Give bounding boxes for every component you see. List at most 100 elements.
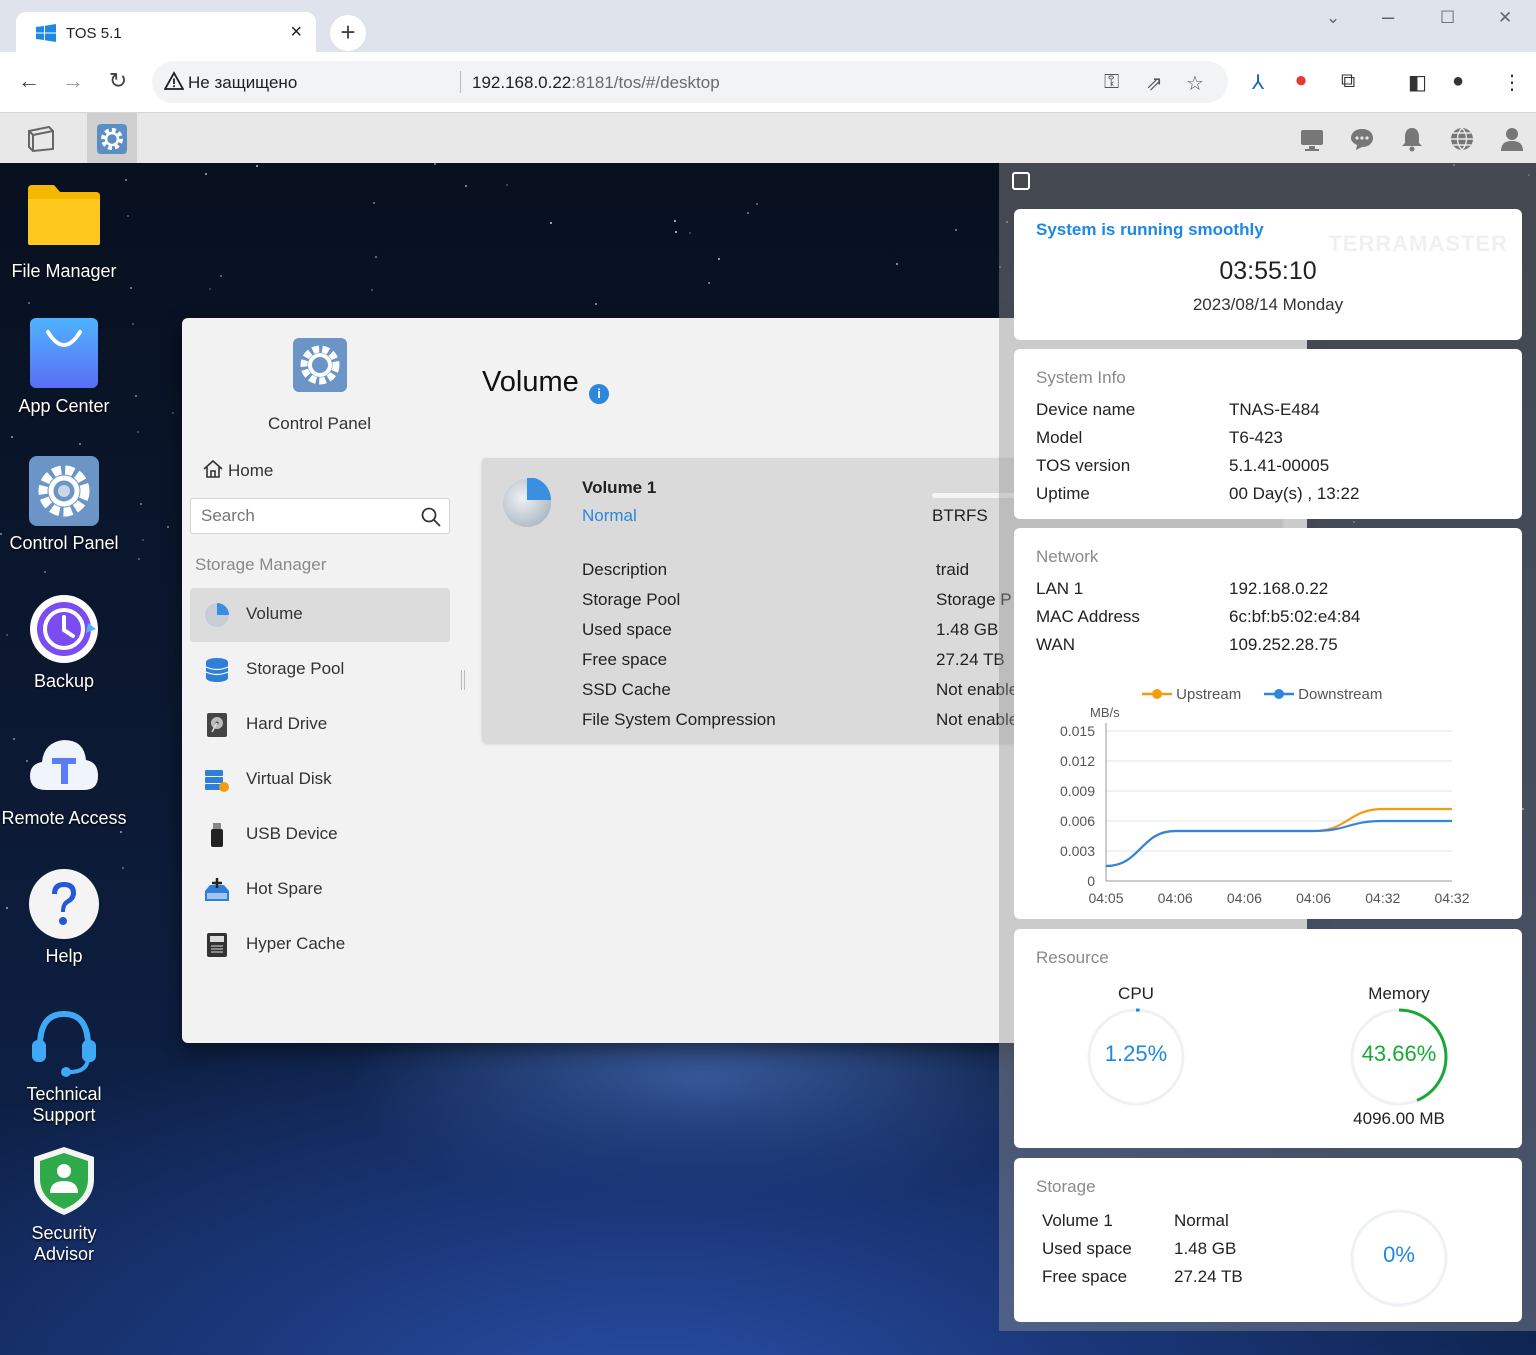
storage-pool-icon [205,658,229,682]
security-label[interactable]: Не защищено [188,73,297,93]
star [220,274,223,277]
extension-acrobat-icon[interactable]: ⅄ [1252,70,1264,95]
cloud-t-icon [30,740,98,790]
show-desktop-icon[interactable] [25,123,57,155]
url-text[interactable]: 192.168.0.22:8181/tos/#/desktop [472,73,720,93]
sidebar-resize-handle[interactable] [461,670,465,690]
extensions-puzzle-icon[interactable]: ⧉ [1341,70,1355,93]
nav-item-hard-drive[interactable]: Hard Drive [190,698,450,752]
nav-item-hot-spare[interactable]: Hot Spare [190,863,450,917]
tab-title: TOS 5.1 [66,25,122,42]
nav-item-virtual-disk[interactable]: Virtual Disk [190,753,450,807]
globe-icon[interactable] [1448,125,1476,153]
desktop-icon-technical-support[interactable]: Technical Support [0,1006,128,1126]
star [172,412,175,415]
star [130,286,133,289]
storage-info-value: 1.48 GB [1174,1239,1237,1258]
search-input[interactable] [191,499,411,533]
cpu-percent: 1.25% [1104,1041,1168,1066]
memory-label: Memory [1368,984,1430,1003]
forward-icon[interactable]: → [58,68,88,94]
desktop-icon-help[interactable]: Help [0,868,128,967]
star [204,172,207,175]
virtual-disk-icon [205,770,229,792]
star [138,557,141,560]
nav-item-hyper-cache[interactable]: Hyper Cache [190,918,450,972]
storage-title: Storage [1036,1177,1096,1196]
control-panel-sidebar: Control Panel Home Storage Manager Volum… [182,318,465,1043]
clock-time: 03:55:10 [1219,257,1317,285]
home-link[interactable]: Home [202,459,273,481]
star [595,302,598,305]
widget-settings-icon[interactable] [1012,172,1030,190]
volume-filesystem: BTRFS [932,506,988,525]
message-icon[interactable] [1348,125,1376,153]
storage-info-value: Normal [1174,1211,1229,1230]
desktop-icon-file-manager[interactable]: File Manager [0,183,128,282]
desktop-icon-security-advisor[interactable]: Security Advisor [0,1145,128,1265]
star [434,163,437,166]
search-icon[interactable] [421,507,441,527]
system-info-label: Uptime [1036,484,1090,503]
x-tick-label: 04:32 [1365,890,1400,906]
side-panel-icon[interactable]: ◧ [1408,70,1427,95]
star [166,526,169,529]
bell-icon[interactable] [1398,125,1426,153]
tab-close-button[interactable]: × [290,21,302,44]
home-icon [203,459,223,478]
url-host: 192.168.0.22 [472,73,572,92]
windows-icon [36,24,56,42]
info-icon[interactable]: i [589,384,609,404]
nav-item-storage-pool[interactable]: Storage Pool [190,643,450,697]
y-tick-label: 0.012 [1060,753,1095,769]
new-tab-button[interactable]: + [330,15,366,51]
x-tick-label: 04:05 [1088,890,1123,906]
window-close-icon[interactable]: ✕ [1498,8,1512,28]
key-icon[interactable]: ⚿ [1104,71,1119,94]
browser-toolbar: ← → ↻ Не защищено 192.168.0.22:8181/tos/… [0,52,1536,112]
user-icon[interactable] [1498,125,1526,153]
star [131,322,134,325]
tab-search-icon[interactable]: ⌄ [1326,8,1340,28]
y-tick-label: 0.006 [1060,813,1095,829]
star [209,288,212,291]
address-bar[interactable]: Не защищено 192.168.0.22:8181/tos/#/desk… [152,61,1228,103]
storage-widget: Storage Volume 1 Normal Used space 1.48 GB F… [1014,1158,1522,1322]
desktop-icon-control-panel[interactable]: Control Panel [0,455,128,554]
desktop-icon-app-center[interactable]: App Center [0,318,128,417]
volume-detail-label: Storage Pool [582,590,681,609]
system-status-message: System is running smoothly [1036,220,1264,239]
system-info-value: TNAS-E484 [1229,400,1320,419]
extension-record-icon[interactable]: ⏺ [1296,70,1306,93]
desktop-icon-remote-access[interactable]: Remote Access [0,730,128,829]
browser-tab[interactable]: TOS 5.1 × [16,12,316,54]
backup-clock-icon [30,595,98,663]
memory-percent: 43.66% [1361,1041,1437,1066]
monitor-icon[interactable] [1298,125,1326,153]
nav-item-volume[interactable]: Volume [190,588,450,642]
profile-avatar-icon[interactable]: ● [1452,70,1464,93]
bookmark-star-icon[interactable]: ☆ [1186,71,1204,96]
back-icon[interactable]: ← [14,68,44,94]
gear-icon [97,124,127,154]
star [141,539,144,542]
nav-item-usb-device[interactable]: USB Device [190,808,450,862]
gear-icon [29,456,99,526]
taskbar-control-panel[interactable] [87,113,137,164]
x-tick-label: 04:06 [1296,890,1331,906]
system-info-label: TOS version [1036,456,1131,475]
nav-item-label: Virtual Disk [246,769,332,788]
reload-icon[interactable]: ↻ [103,68,133,94]
help-question-icon [29,869,99,939]
share-icon[interactable]: ⇗ [1146,71,1163,96]
star [372,201,375,204]
browser-menu-icon[interactable]: ⋮ [1502,70,1522,95]
volume-name: Volume 1 [582,478,657,497]
search-box[interactable] [190,498,450,534]
star [79,443,82,446]
maximize-icon[interactable]: ☐ [1440,8,1455,28]
desktop-icon-backup[interactable]: Backup [0,593,128,692]
storage-info-label: Used space [1042,1239,1132,1258]
clock-date: 2023/08/14 Monday [1192,295,1344,314]
minimize-icon[interactable]: – [1382,4,1394,30]
